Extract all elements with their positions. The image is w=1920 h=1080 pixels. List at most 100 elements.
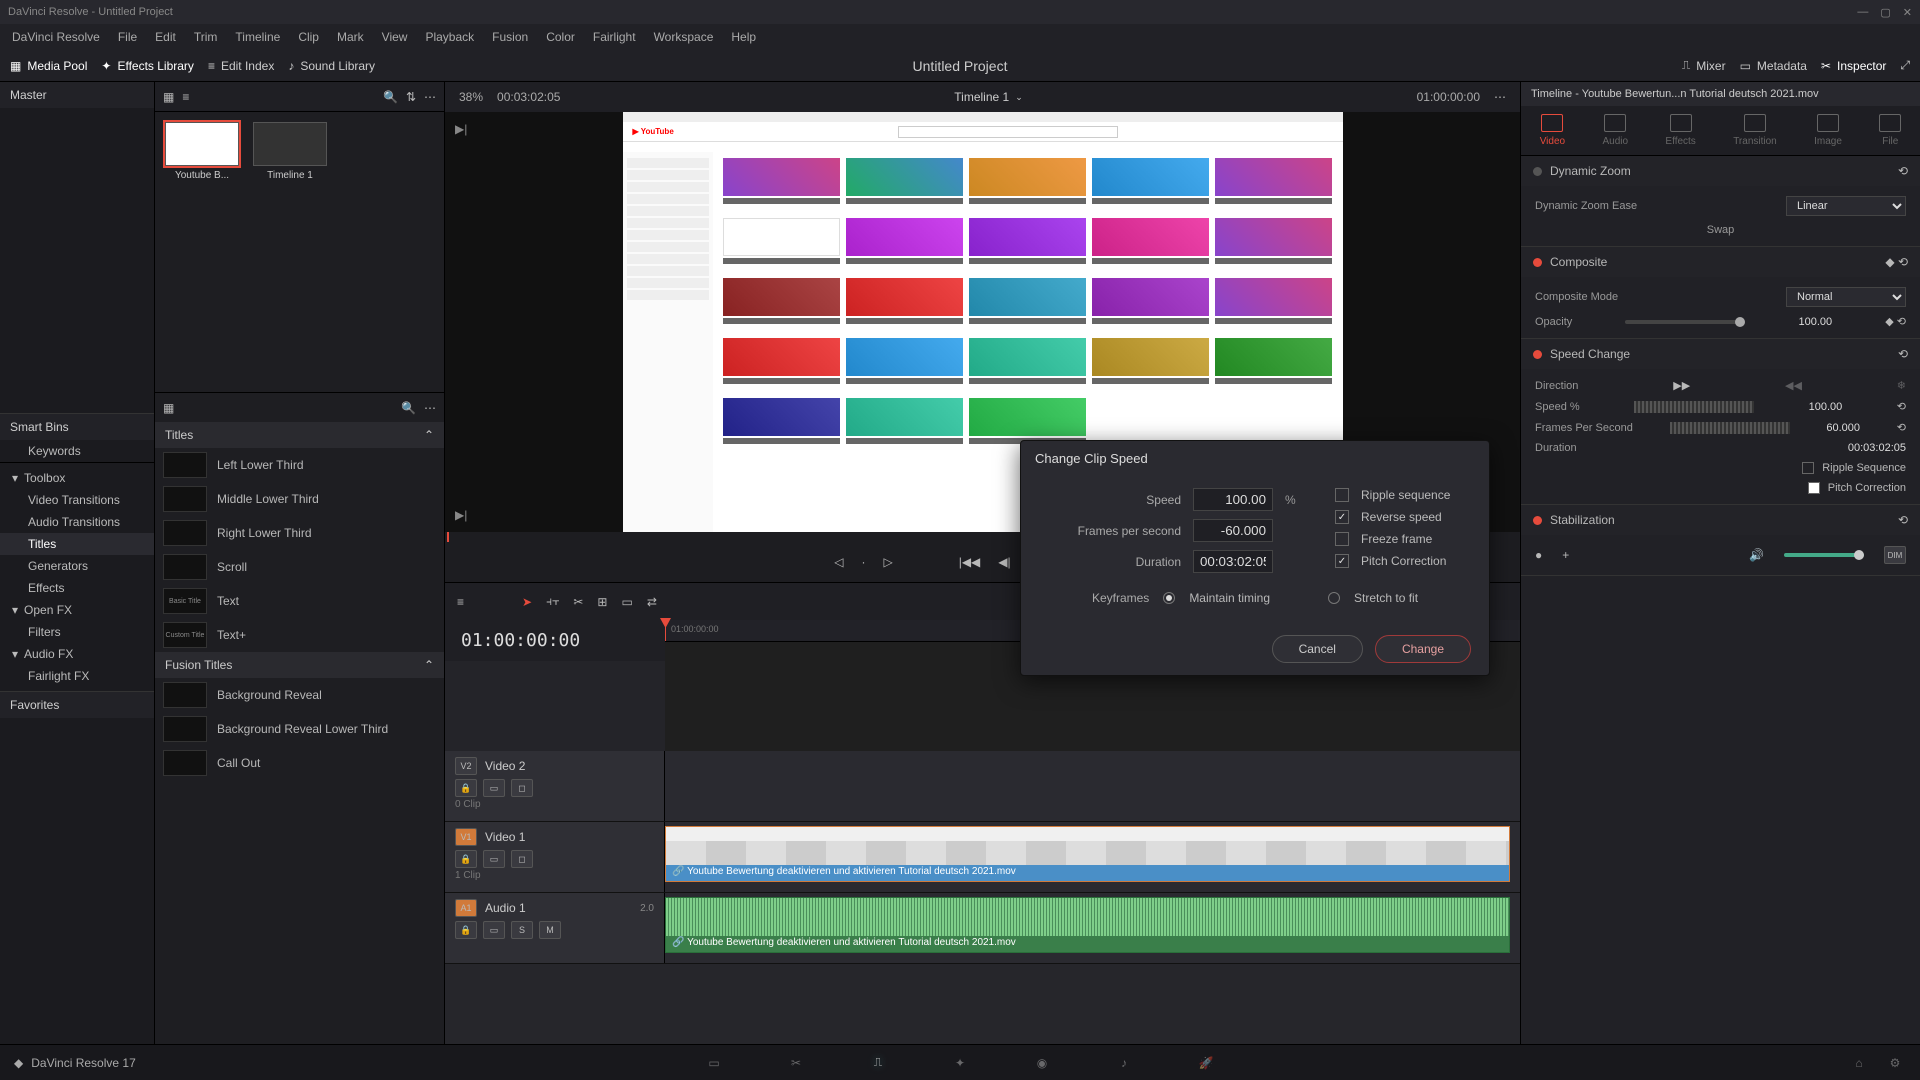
titles-item[interactable]: Titles [0,533,154,555]
options-icon[interactable]: ⋯ [1494,90,1506,104]
mixer-toggle[interactable]: ⎍ Mixer [1682,58,1726,73]
composite-header[interactable]: Composite◆ ⟲ [1521,247,1920,277]
stab-add[interactable]: + [1562,548,1569,562]
fusion-page-icon[interactable]: ✦ [949,1052,971,1074]
stab-dot[interactable]: ● [1535,548,1542,562]
effects-item[interactable]: Effects [0,577,154,599]
layout-icon[interactable]: ▦ [163,401,174,415]
fusion-titles-header[interactable]: Fusion Titles⌃ [155,652,444,678]
search-icon[interactable]: 🔍 [383,90,398,104]
audiofx-item[interactable]: ▾ Audio FX [0,643,154,665]
next-frame-icon[interactable]: ▷ [883,555,892,569]
menu-item[interactable]: Clip [298,30,319,44]
menu-item[interactable]: Workspace [654,30,714,44]
speed-input[interactable] [1193,488,1273,511]
maintain-radio[interactable] [1163,592,1175,604]
volume-icon[interactable]: 🔊 [1749,548,1764,562]
smart-bins-header[interactable]: Smart Bins [0,414,154,440]
audio-transitions[interactable]: Audio Transitions [0,511,154,533]
menu-item[interactable]: Color [546,30,575,44]
edit-page-icon[interactable]: ⎍ [867,1052,889,1074]
fairlightfx-item[interactable]: Fairlight FX [0,665,154,687]
fairlight-page-icon[interactable]: ♪ [1113,1052,1135,1074]
generators-item[interactable]: Generators [0,555,154,577]
title-preset[interactable]: Custom TitleText+ [155,618,444,652]
reverse-checkbox[interactable] [1335,510,1349,524]
track-select[interactable]: V1 [455,828,477,846]
title-preset[interactable]: Background Reveal Lower Third [155,712,444,746]
trim-tool-icon[interactable]: ⫞⫟ [546,594,559,609]
cut-page-icon[interactable]: ✂ [785,1052,807,1074]
track-a1[interactable]: 🔗 Youtube Bewertung deaktivieren und akt… [665,893,1520,963]
tab-transition[interactable]: Transition [1733,114,1777,147]
menu-item[interactable]: Timeline [235,30,280,44]
stretch-radio[interactable] [1328,592,1340,604]
enable-icon[interactable]: ▭ [483,779,505,797]
tab-video[interactable]: Video [1540,114,1565,147]
pitch-checkbox[interactable] [1808,482,1820,494]
expand-icon[interactable]: ⤢ [1900,58,1910,73]
menu-item[interactable]: Mark [337,30,364,44]
titles-header[interactable]: Titles⌃ [155,422,444,448]
favorites-header[interactable]: Favorites [0,691,154,718]
search-icon[interactable]: 🔍 [401,401,416,415]
title-preset[interactable]: Basic TitleText [155,584,444,618]
layout-icon[interactable]: ▦ [163,90,174,104]
sort-icon[interactable]: ⇅ [406,90,416,104]
metadata-toggle[interactable]: ▭ Metadata [1740,58,1807,73]
ripple-checkbox[interactable] [1335,488,1349,502]
playhead[interactable] [665,620,666,641]
solo-button[interactable]: S [511,921,533,939]
duration-input[interactable] [1193,550,1273,573]
insert-icon[interactable]: ⊞ [597,595,607,609]
sound-library-toggle[interactable]: ♪ Sound Library [288,59,375,73]
composite-mode-select[interactable]: Normal [1786,287,1906,307]
in-marker-icon[interactable]: ▶| [455,122,467,136]
title-preset[interactable]: Right Lower Third [155,516,444,550]
dynamic-zoom-header[interactable]: Dynamic Zoom⟲ [1521,156,1920,186]
mute-icon[interactable]: ◻ [511,850,533,868]
media-page-icon[interactable]: ▭ [703,1052,725,1074]
list-icon[interactable]: ≡ [182,90,189,104]
audio-clip[interactable]: 🔗 Youtube Bewertung deaktivieren und akt… [665,897,1510,953]
blade-tool-icon[interactable]: ✂ [573,595,583,609]
pitch-checkbox[interactable] [1335,554,1349,568]
maximize-icon[interactable]: ▢ [1880,6,1890,19]
menu-item[interactable]: File [118,30,137,44]
mute-button[interactable]: M [539,921,561,939]
track-v2[interactable] [665,751,1520,821]
home-icon[interactable]: ⌂ [1848,1052,1870,1074]
prev-clip-icon[interactable]: ◁ [834,555,843,569]
ripple-checkbox[interactable] [1802,462,1814,474]
mute-icon[interactable]: ◻ [511,779,533,797]
title-preset[interactable]: Scroll [155,550,444,584]
first-frame-icon[interactable]: |◀◀ [959,555,981,569]
filters-item[interactable]: Filters [0,621,154,643]
timeline-timecode[interactable]: 01:00:00:00 [445,620,665,661]
direction-freeze-icon[interactable]: ❄ [1897,379,1906,392]
replace-icon[interactable]: ⇄ [647,595,657,609]
prev-frame-icon[interactable]: · [861,555,865,569]
effects-library-toggle[interactable]: ✦ Effects Library [101,59,194,73]
settings-icon[interactable]: ⚙ [1884,1052,1906,1074]
edit-index-toggle[interactable]: ≡ Edit Index [208,59,274,73]
swap-button[interactable]: Swap [1707,224,1735,236]
opacity-slider[interactable] [1625,320,1745,324]
track-select[interactable]: A1 [455,899,477,917]
options-icon[interactable]: ⋯ [424,401,436,415]
track-header-a1[interactable]: A1Audio 12.0 🔒▭SM [445,893,665,963]
overwrite-icon[interactable]: ▭ [621,595,632,609]
viewer-title[interactable]: Timeline 1 ⌄ [954,90,1022,104]
track-select[interactable]: V2 [455,757,477,775]
lock-icon[interactable]: 🔒 [455,779,477,797]
direction-rev-icon[interactable]: ◀◀ [1785,379,1802,392]
menu-item[interactable]: Help [731,30,756,44]
tab-file[interactable]: File [1879,114,1901,147]
menu-item[interactable]: Trim [194,30,218,44]
track-header-v1[interactable]: V1Video 1 🔒▭◻ 1 Clip [445,822,665,892]
enable-icon[interactable]: ▭ [483,850,505,868]
volume-slider[interactable] [1784,553,1864,557]
menu-item[interactable]: DaVinci Resolve [12,30,100,44]
openfx-item[interactable]: ▾ Open FX [0,599,154,621]
deliver-page-icon[interactable]: 🚀 [1195,1052,1217,1074]
